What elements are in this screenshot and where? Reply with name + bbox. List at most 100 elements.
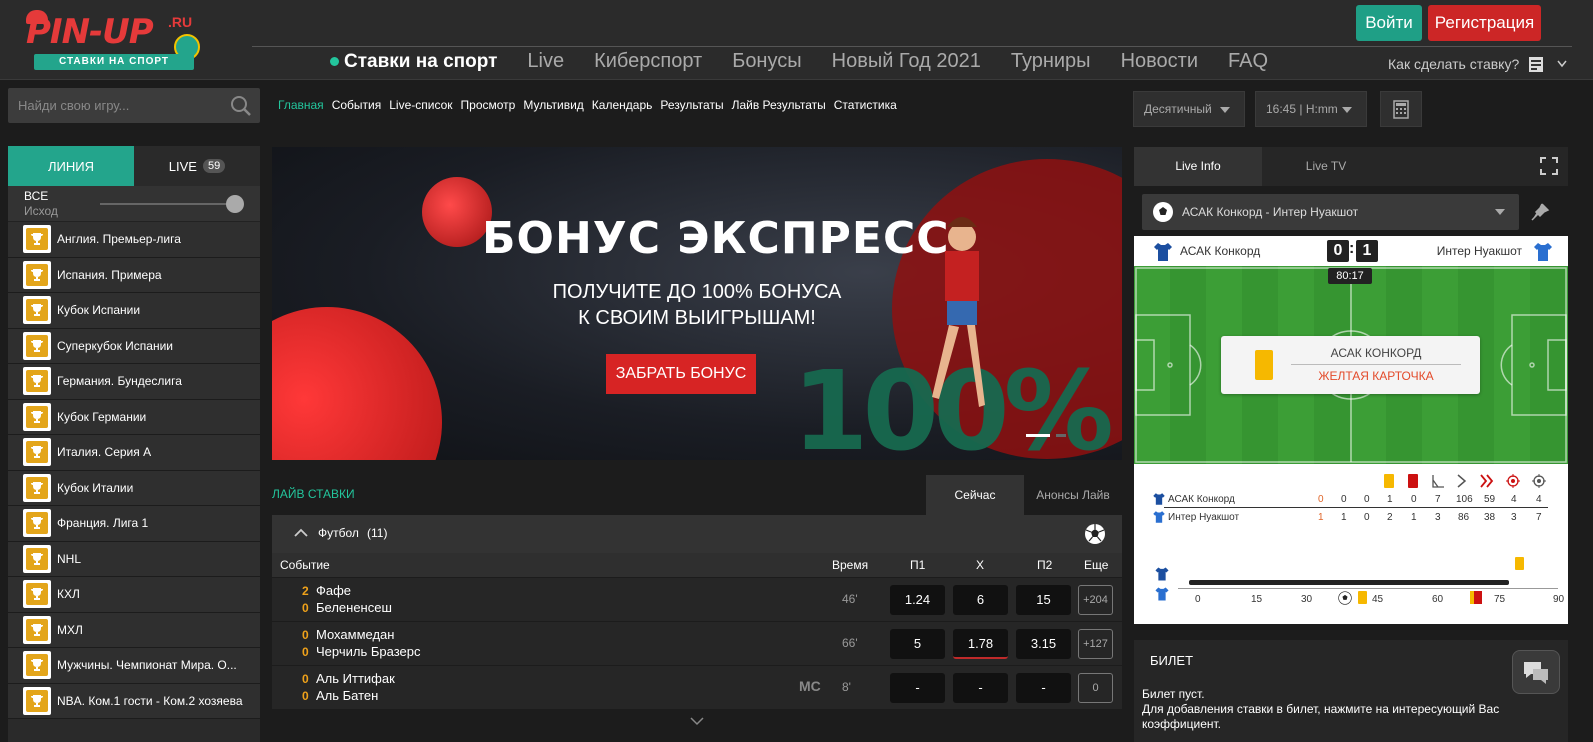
nav-faq[interactable]: FAQ [1228, 50, 1268, 73]
league-item[interactable]: Кубок Испании [8, 293, 260, 329]
tab-live-tv[interactable]: Live TV [1262, 147, 1390, 186]
league-item[interactable]: МХЛ [8, 612, 260, 648]
trophy-icon [23, 296, 51, 325]
calculator-button[interactable] [1380, 91, 1422, 127]
col-p2: П2 [1037, 558, 1053, 572]
event-row[interactable]: 0 Аль Иттифак 0 Аль Батен MC 8' - - -0 [272, 666, 1122, 710]
match-timeline-progress [1189, 580, 1509, 585]
nav-live[interactable]: Live [527, 50, 564, 73]
live-bets-title: ЛАЙВ СТАВКИ [272, 487, 355, 501]
tab-live-info[interactable]: Live Info [1134, 147, 1262, 186]
team2-score: 1 [1356, 240, 1378, 262]
event-row[interactable]: 2 Фафе 0 Белененсеш 46' 1.24 6 15 +204 [272, 578, 1122, 622]
team1-shirt-icon [1155, 567, 1169, 581]
league-item[interactable]: NHL [8, 541, 260, 577]
stat-value: 0 [1364, 512, 1370, 523]
event-team: АСАК КОНКОРД [1291, 346, 1461, 365]
league-item[interactable]: КХЛ [8, 577, 260, 613]
match-select[interactable]: АСАК Конкорд - Интер Нуакшот [1142, 194, 1519, 230]
subnav-home[interactable]: Главная [278, 98, 324, 112]
subnav-multiview[interactable]: Мультивид [523, 98, 583, 112]
nav-esports[interactable]: Киберспорт [594, 50, 702, 73]
claim-bonus-button[interactable]: ЗАБРАТЬ БОНУС [606, 354, 756, 394]
col-x: Х [976, 558, 985, 572]
league-item[interactable]: Германия. Бундеслига [8, 364, 260, 400]
stat-value: 1 [1387, 494, 1393, 505]
howto-link[interactable]: Как сделать ставку? [1388, 54, 1567, 74]
search-icon[interactable] [230, 95, 252, 117]
tab-announcements[interactable]: Анонсы Лайв [1024, 475, 1122, 515]
subnav-view[interactable]: Просмотр [461, 98, 516, 112]
active-dot-icon [330, 56, 339, 66]
odds-format-select[interactable]: Десятичный [1133, 91, 1245, 127]
odd-x[interactable]: - [953, 673, 1008, 703]
logo[interactable]: PIN-UP .RU СТАВКИ НА СПОРТ [26, 10, 206, 72]
subnav-results[interactable]: Результаты [660, 98, 723, 112]
league-item[interactable]: Кубок Германии [8, 399, 260, 435]
nav-new-year[interactable]: Новый Год 2021 [832, 50, 981, 73]
league-item[interactable]: Кубок Италии [8, 470, 260, 506]
odd-p2[interactable]: - [1016, 673, 1071, 703]
stat-value: 106 [1456, 494, 1473, 505]
odd-p1[interactable]: - [890, 673, 945, 703]
stats-divider [1164, 507, 1548, 508]
ticket-hint: Для добавления ставки в билет, нажмите н… [1142, 702, 1500, 731]
subnav-live-list[interactable]: Live-список [389, 98, 452, 112]
odd-p2[interactable]: 15 [1016, 585, 1071, 615]
more-markets-button[interactable]: +127 [1078, 629, 1113, 659]
league-item[interactable]: Италия. Серия А [8, 435, 260, 471]
event-row[interactable]: 0 Мохаммедан 0 Черчиль Бразерс 66' 5 1.78 3.15 +… [272, 622, 1122, 666]
nav-sports[interactable]: Ставки на спорт [330, 51, 497, 73]
subnav-events[interactable]: События [332, 98, 382, 112]
league-item[interactable]: Мужчины. Чемпионат Мира. О... [8, 648, 260, 684]
league-item[interactable]: Суперкубок Испании [8, 328, 260, 364]
howto-label: Как сделать ставку? [1388, 56, 1520, 72]
tab-line[interactable]: ЛИНИЯ [8, 146, 134, 186]
coupon-icon [1529, 57, 1544, 72]
carousel-dot[interactable] [1026, 434, 1050, 437]
league-item[interactable]: Англия. Премьер-лига [8, 222, 260, 258]
match-center-icon[interactable]: MC [799, 678, 821, 694]
chat-button[interactable] [1512, 650, 1560, 694]
search-input[interactable] [8, 88, 223, 123]
league-item[interactable]: NBA. Ком.1 гости - Ком.2 хозяева [8, 683, 260, 719]
odd-p2[interactable]: 3.15 [1016, 629, 1071, 659]
nav-news[interactable]: Новости [1121, 50, 1198, 73]
subnav-statistics[interactable]: Статистика [834, 98, 897, 112]
odd-x[interactable]: 6 [953, 585, 1008, 615]
fullscreen-icon[interactable] [1540, 157, 1558, 175]
register-button[interactable]: Регистрация [1428, 5, 1541, 41]
team1-score: 0 [1327, 240, 1349, 262]
chevron-down-icon[interactable] [690, 716, 704, 726]
trophy-icon [23, 651, 51, 680]
toggle-knob[interactable] [226, 195, 244, 213]
odd-p1[interactable]: 1.24 [890, 585, 945, 615]
nav-tournaments[interactable]: Турниры [1011, 50, 1091, 73]
promo-banner[interactable]: БОНУС ЭКСПРЕСС ПОЛУЧИТЕ ДО 100% БОНУСА К… [272, 147, 1122, 460]
more-markets-button[interactable]: +204 [1078, 585, 1113, 615]
event-description: ЖЕЛТАЯ КАРТОЧКА [1318, 369, 1434, 383]
time-format-select[interactable]: 16:45 | H:mm [1255, 91, 1367, 127]
subnav-calendar[interactable]: Календарь [592, 98, 653, 112]
football-icon [1085, 524, 1105, 544]
more-markets-button[interactable]: 0 [1078, 673, 1113, 703]
tab-live[interactable]: LIVE 59 [134, 146, 260, 186]
ticket-empty: Билет пуст. [1142, 687, 1205, 701]
chevron-down-icon [1220, 107, 1230, 113]
timeline-tick: 75 [1494, 594, 1506, 605]
odd-p1[interactable]: 5 [890, 629, 945, 659]
league-item[interactable]: Испания. Примера [8, 257, 260, 293]
pin-icon[interactable] [1530, 202, 1550, 222]
tab-now[interactable]: Сейчас [926, 475, 1024, 515]
sport-group-football[interactable]: Футбол (11) [272, 515, 1122, 553]
subnav-live-results[interactable]: Лайв Результаты [732, 98, 826, 112]
odd-x[interactable]: 1.78 [953, 629, 1008, 659]
login-button[interactable]: Войти [1356, 5, 1422, 41]
carousel-dot[interactable] [1056, 434, 1066, 437]
nav-bonuses[interactable]: Бонусы [732, 50, 801, 73]
team1-score: 0 [302, 672, 309, 686]
stat-value: 59 [1484, 494, 1496, 505]
timeline-tick: 15 [1251, 594, 1263, 605]
league-item[interactable]: Франция. Лига 1 [8, 506, 260, 542]
calculator-icon [1393, 100, 1409, 119]
